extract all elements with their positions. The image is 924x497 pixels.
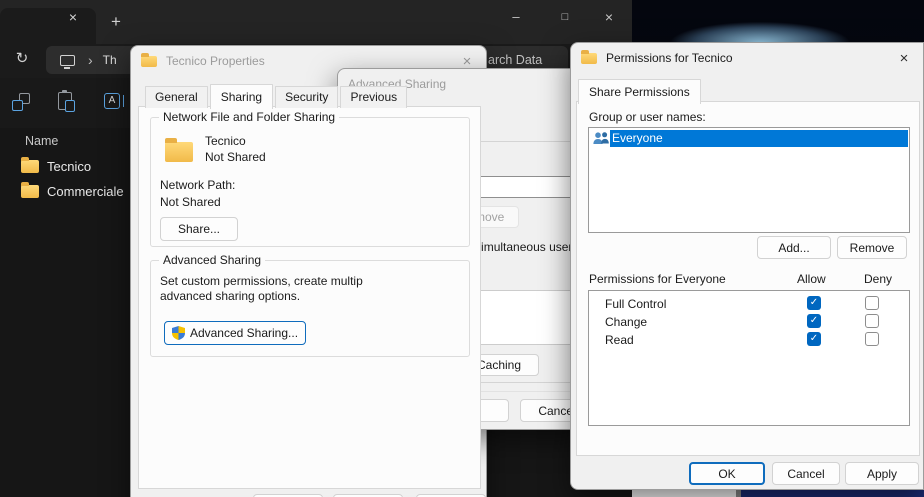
desktop-window-strip (632, 490, 736, 497)
deny-checkbox[interactable] (865, 296, 879, 310)
shared-folder-name: Tecnico (205, 134, 246, 148)
tab-share-permissions[interactable]: Share Permissions (578, 79, 701, 104)
close-icon[interactable]: × (458, 53, 476, 70)
permission-label: Full Control (605, 297, 666, 311)
tab-security[interactable]: Security (275, 86, 338, 108)
allow-checkbox[interactable] (807, 332, 821, 346)
advanced-description-line1: Set custom permissions, create multip (160, 274, 363, 288)
sharing-tab-page: Network File and Folder Sharing Tecnico … (138, 106, 481, 489)
allow-column-header: Allow (797, 272, 826, 286)
advanced-description-line2: advanced sharing options. (160, 289, 300, 303)
tab-close-icon[interactable]: × (64, 8, 82, 26)
tab-previous-versions[interactable]: Previous (340, 86, 407, 108)
permissions-ok-button[interactable]: OK (689, 462, 765, 485)
shared-folder-state: Not Shared (205, 150, 266, 164)
uac-shield-icon (172, 326, 185, 340)
list-item-everyone[interactable]: Everyone (589, 129, 909, 148)
folder-icon (141, 56, 157, 67)
deny-checkbox[interactable] (865, 332, 879, 346)
permissions-titlebar: Permissions for Tecnico × (571, 43, 923, 73)
minimize-icon[interactable]: – (503, 6, 529, 28)
permissions-for-label: Permissions for Everyone (589, 272, 726, 286)
network-path-value: Not Shared (160, 195, 221, 209)
allow-checkbox[interactable] (807, 314, 821, 328)
properties-dialog: Tecnico Properties × General Sharing Sec… (130, 45, 487, 497)
this-pc-icon (60, 55, 75, 66)
group-user-list[interactable]: Everyone (588, 127, 910, 233)
tab-general[interactable]: General (145, 86, 208, 108)
advanced-sharing-button[interactable]: Advanced Sharing... (164, 321, 306, 345)
share-button[interactable]: Share... (160, 217, 238, 241)
paste-icon[interactable] (58, 92, 72, 110)
advanced-sharing-button-label: Advanced Sharing... (190, 326, 298, 340)
group-user-names-label: Group or user names: (589, 110, 706, 124)
folder-icon (581, 53, 597, 64)
rename-icon[interactable]: A (104, 93, 120, 109)
refresh-icon[interactable]: ↻ (11, 48, 33, 70)
share-permissions-page: Group or user names: Everyone Add... Rem… (576, 101, 920, 456)
tab-sharing[interactable]: Sharing (210, 84, 273, 109)
network-path-label: Network Path: (160, 178, 235, 192)
column-header-name[interactable]: Name (25, 134, 58, 148)
deny-checkbox[interactable] (865, 314, 879, 328)
new-tab-icon[interactable]: + (106, 12, 126, 32)
dialog-title: Tecnico Properties (166, 54, 265, 68)
permission-row-change: Change (589, 313, 909, 331)
desktop-wallpaper-strip (741, 490, 924, 497)
file-name: Commerciale (47, 184, 124, 199)
permission-label: Change (605, 315, 647, 329)
permission-row-read: Read (589, 331, 909, 349)
window-close-icon[interactable]: × (596, 6, 622, 28)
copy-icon[interactable] (12, 93, 30, 111)
advanced-sharing-group: Advanced Sharing Set custom permissions,… (150, 260, 470, 357)
group-label: Advanced Sharing (159, 253, 265, 267)
permissions-dialog: Permissions for Tecnico × Share Permissi… (570, 42, 924, 490)
chevron-right-icon: › (88, 52, 93, 68)
folder-icon (21, 185, 39, 198)
group-label: Network File and Folder Sharing (159, 110, 339, 124)
dialog-title: Permissions for Tecnico (606, 51, 733, 65)
file-name: Tecnico (47, 159, 91, 174)
permission-row-full-control: Full Control (589, 295, 909, 313)
allow-checkbox[interactable] (807, 296, 821, 310)
wallpaper-glow (660, 16, 860, 43)
breadcrumb[interactable]: Th (103, 53, 117, 67)
close-icon[interactable]: × (895, 50, 913, 67)
screen: × + – □ × ↻ › Th arch Data A Name (0, 0, 924, 497)
deny-column-header: Deny (864, 272, 892, 286)
permissions-apply-button[interactable]: Apply (845, 462, 919, 485)
maximize-icon[interactable]: □ (552, 6, 578, 28)
remove-group-button[interactable]: Remove (837, 236, 907, 259)
folder-icon (21, 160, 39, 173)
folder-icon (165, 142, 193, 162)
network-sharing-group: Network File and Folder Sharing Tecnico … (150, 117, 470, 247)
permissions-cancel-button[interactable]: Cancel (772, 462, 840, 485)
explorer-tab-bar: × + – □ × (0, 0, 632, 44)
selected-group-name: Everyone (610, 130, 908, 147)
add-group-button[interactable]: Add... (757, 236, 831, 259)
permission-label: Read (605, 333, 634, 347)
permissions-list[interactable]: Full Control Change Read (588, 290, 910, 426)
users-icon (592, 131, 610, 146)
